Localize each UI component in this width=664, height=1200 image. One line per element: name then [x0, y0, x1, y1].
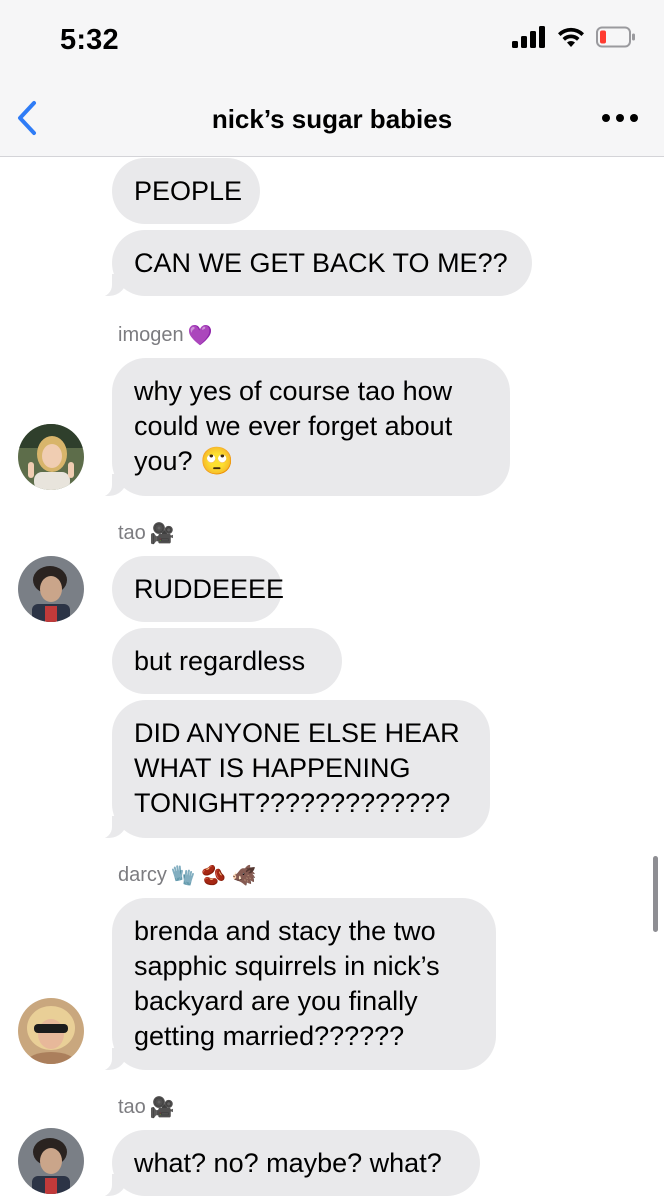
messages-screen: 5:32 nick’s sugar babies PEOPLE CAN WE G… — [0, 0, 664, 1200]
message-bubble[interactable]: why yes of course tao how could we ever … — [100, 358, 510, 497]
cellular-signal-icon — [512, 26, 545, 48]
sender-label: darcy — [118, 864, 167, 886]
sender-label: imogen — [118, 324, 184, 346]
sender-name: tao 🎥 — [118, 522, 175, 545]
movie-camera-emoji: 🎥 — [149, 1096, 175, 1119]
message-bubble[interactable]: RUDDEEEE — [112, 556, 284, 622]
glove-beans-boar-emoji: 🧤 🫘 🐗 — [170, 864, 257, 887]
message-bubble[interactable]: PEOPLE — [112, 158, 260, 224]
message-bubble[interactable]: brenda and stacy the two sapphic squirre… — [100, 898, 496, 1071]
message-bubble[interactable]: DID ANYONE ELSE HEAR WHAT IS HAPPENING T… — [100, 700, 490, 839]
purple-heart-emoji: 💜 — [187, 324, 213, 347]
battery-level — [600, 30, 606, 44]
sender-label: tao — [118, 1096, 146, 1118]
scroll-indicator[interactable] — [653, 856, 658, 932]
avatar-tao[interactable] — [18, 556, 84, 622]
status-icons — [512, 26, 636, 48]
movie-camera-emoji: 🎥 — [149, 522, 175, 545]
status-time: 5:32 — [60, 24, 119, 56]
status-bar: 5:32 — [0, 0, 664, 80]
navigation-bar: nick’s sugar babies — [0, 80, 664, 157]
avatar-tao[interactable] — [18, 1128, 84, 1194]
wifi-icon — [558, 27, 584, 47]
sender-name: darcy 🧤 🫘 🐗 — [118, 864, 257, 887]
sender-label: tao — [118, 522, 146, 544]
message-bubble[interactable]: CAN WE GET BACK TO ME?? — [100, 230, 532, 297]
message-bubble[interactable]: but regardless — [112, 628, 342, 694]
avatar-imogen[interactable] — [18, 424, 84, 490]
conversation-title[interactable]: nick’s sugar babies — [0, 104, 664, 135]
sender-name: imogen 💜 — [118, 324, 213, 347]
avatar-darcy[interactable] — [18, 998, 84, 1064]
more-icon[interactable] — [598, 110, 642, 126]
message-bubble[interactable]: what? no? maybe? what? — [100, 1130, 480, 1197]
sender-name: tao 🎥 — [118, 1096, 175, 1119]
battery-low-icon — [596, 26, 635, 48]
